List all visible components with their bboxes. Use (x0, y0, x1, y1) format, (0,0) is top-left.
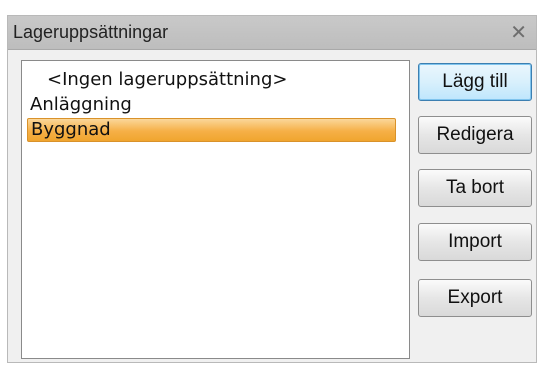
layer-set-list[interactable]: <Ingen lageruppsättning> Anläggning Bygg… (21, 60, 410, 359)
edit-button[interactable]: Redigera (418, 116, 532, 154)
list-item-selected[interactable]: Byggnad (27, 118, 396, 142)
close-icon[interactable]: ✕ (510, 20, 527, 44)
list-item[interactable]: Anläggning (27, 93, 396, 117)
title-bar[interactable]: Lageruppsättningar ✕ (8, 16, 536, 50)
dialog-title: Lageruppsättningar (13, 22, 169, 42)
list-item[interactable]: <Ingen lageruppsättning> (27, 68, 396, 92)
import-button[interactable]: Import (418, 223, 532, 261)
layer-sets-dialog: Lageruppsättningar ✕ <Ingen lageruppsätt… (7, 15, 537, 363)
add-button[interactable]: Lägg till (418, 63, 532, 101)
export-button[interactable]: Export (418, 279, 532, 317)
remove-button[interactable]: Ta bort (418, 169, 532, 207)
